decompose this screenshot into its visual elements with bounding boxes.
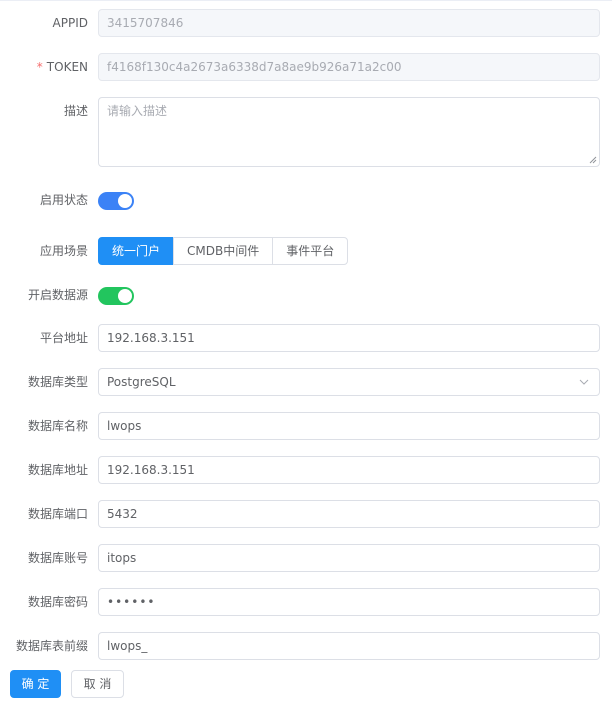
db-port-input[interactable]: 5432 [98, 500, 600, 528]
appid-label: APPID [52, 16, 88, 30]
db-account-input[interactable]: itops [98, 544, 600, 572]
datasource-switch[interactable] [98, 287, 134, 305]
switch-knob [118, 194, 132, 208]
description-label: 描述 [63, 104, 88, 118]
db-type-label: 数据库类型 [27, 375, 88, 389]
db-table-prefix-label: 数据库表前缀 [15, 639, 88, 653]
db-password-label: 数据库密码 [27, 595, 88, 609]
token-label: * TOKEN [0, 53, 88, 81]
enabled-label: 启用状态 [39, 193, 88, 207]
platform-address-input[interactable]: 192.168.3.151 [98, 324, 600, 352]
top-divider [0, 0, 612, 1]
scenario-label: 应用场景 [39, 244, 88, 258]
scenario-segmented-control: 统一门户 CMDB中间件 事件平台 [98, 237, 349, 265]
platform-address-label: 平台地址 [39, 331, 88, 345]
appid-input[interactable]: 3415707846 [98, 9, 600, 37]
description-textarea[interactable]: 请输入描述 [98, 97, 600, 167]
db-name-input[interactable]: lwops [98, 412, 600, 440]
description-placeholder: 请输入描述 [107, 104, 168, 118]
enabled-switch[interactable] [98, 192, 134, 210]
datasource-label: 开启数据源 [27, 288, 88, 302]
db-port-label: 数据库端口 [27, 507, 88, 521]
db-address-input[interactable]: 192.168.3.151 [98, 456, 600, 484]
db-name-label: 数据库名称 [27, 419, 88, 433]
switch-knob [118, 289, 132, 303]
token-input[interactable]: f4168f130c4a2673a6338d7a8ae9b926a71a2c00 [98, 53, 600, 81]
scenario-option-cmdb[interactable]: CMDB中间件 [173, 237, 274, 265]
db-table-prefix-input[interactable]: lwops_ [98, 632, 600, 660]
db-type-select[interactable]: PostgreSQL [98, 368, 600, 396]
db-type-value: PostgreSQL [107, 375, 176, 389]
scenario-option-event[interactable]: 事件平台 [272, 237, 349, 265]
confirm-button[interactable]: 确 定 [10, 670, 61, 698]
db-address-label: 数据库地址 [27, 463, 88, 477]
cancel-button[interactable]: 取 消 [71, 670, 124, 698]
db-password-input[interactable]: •••••• [98, 588, 600, 616]
chevron-down-icon [579, 379, 589, 385]
scenario-option-portal[interactable]: 统一门户 [98, 237, 175, 265]
resize-handle-icon[interactable] [589, 156, 597, 164]
required-mark: * [36, 60, 43, 74]
token-label-text: TOKEN [46, 60, 88, 74]
db-account-label: 数据库账号 [27, 551, 88, 565]
